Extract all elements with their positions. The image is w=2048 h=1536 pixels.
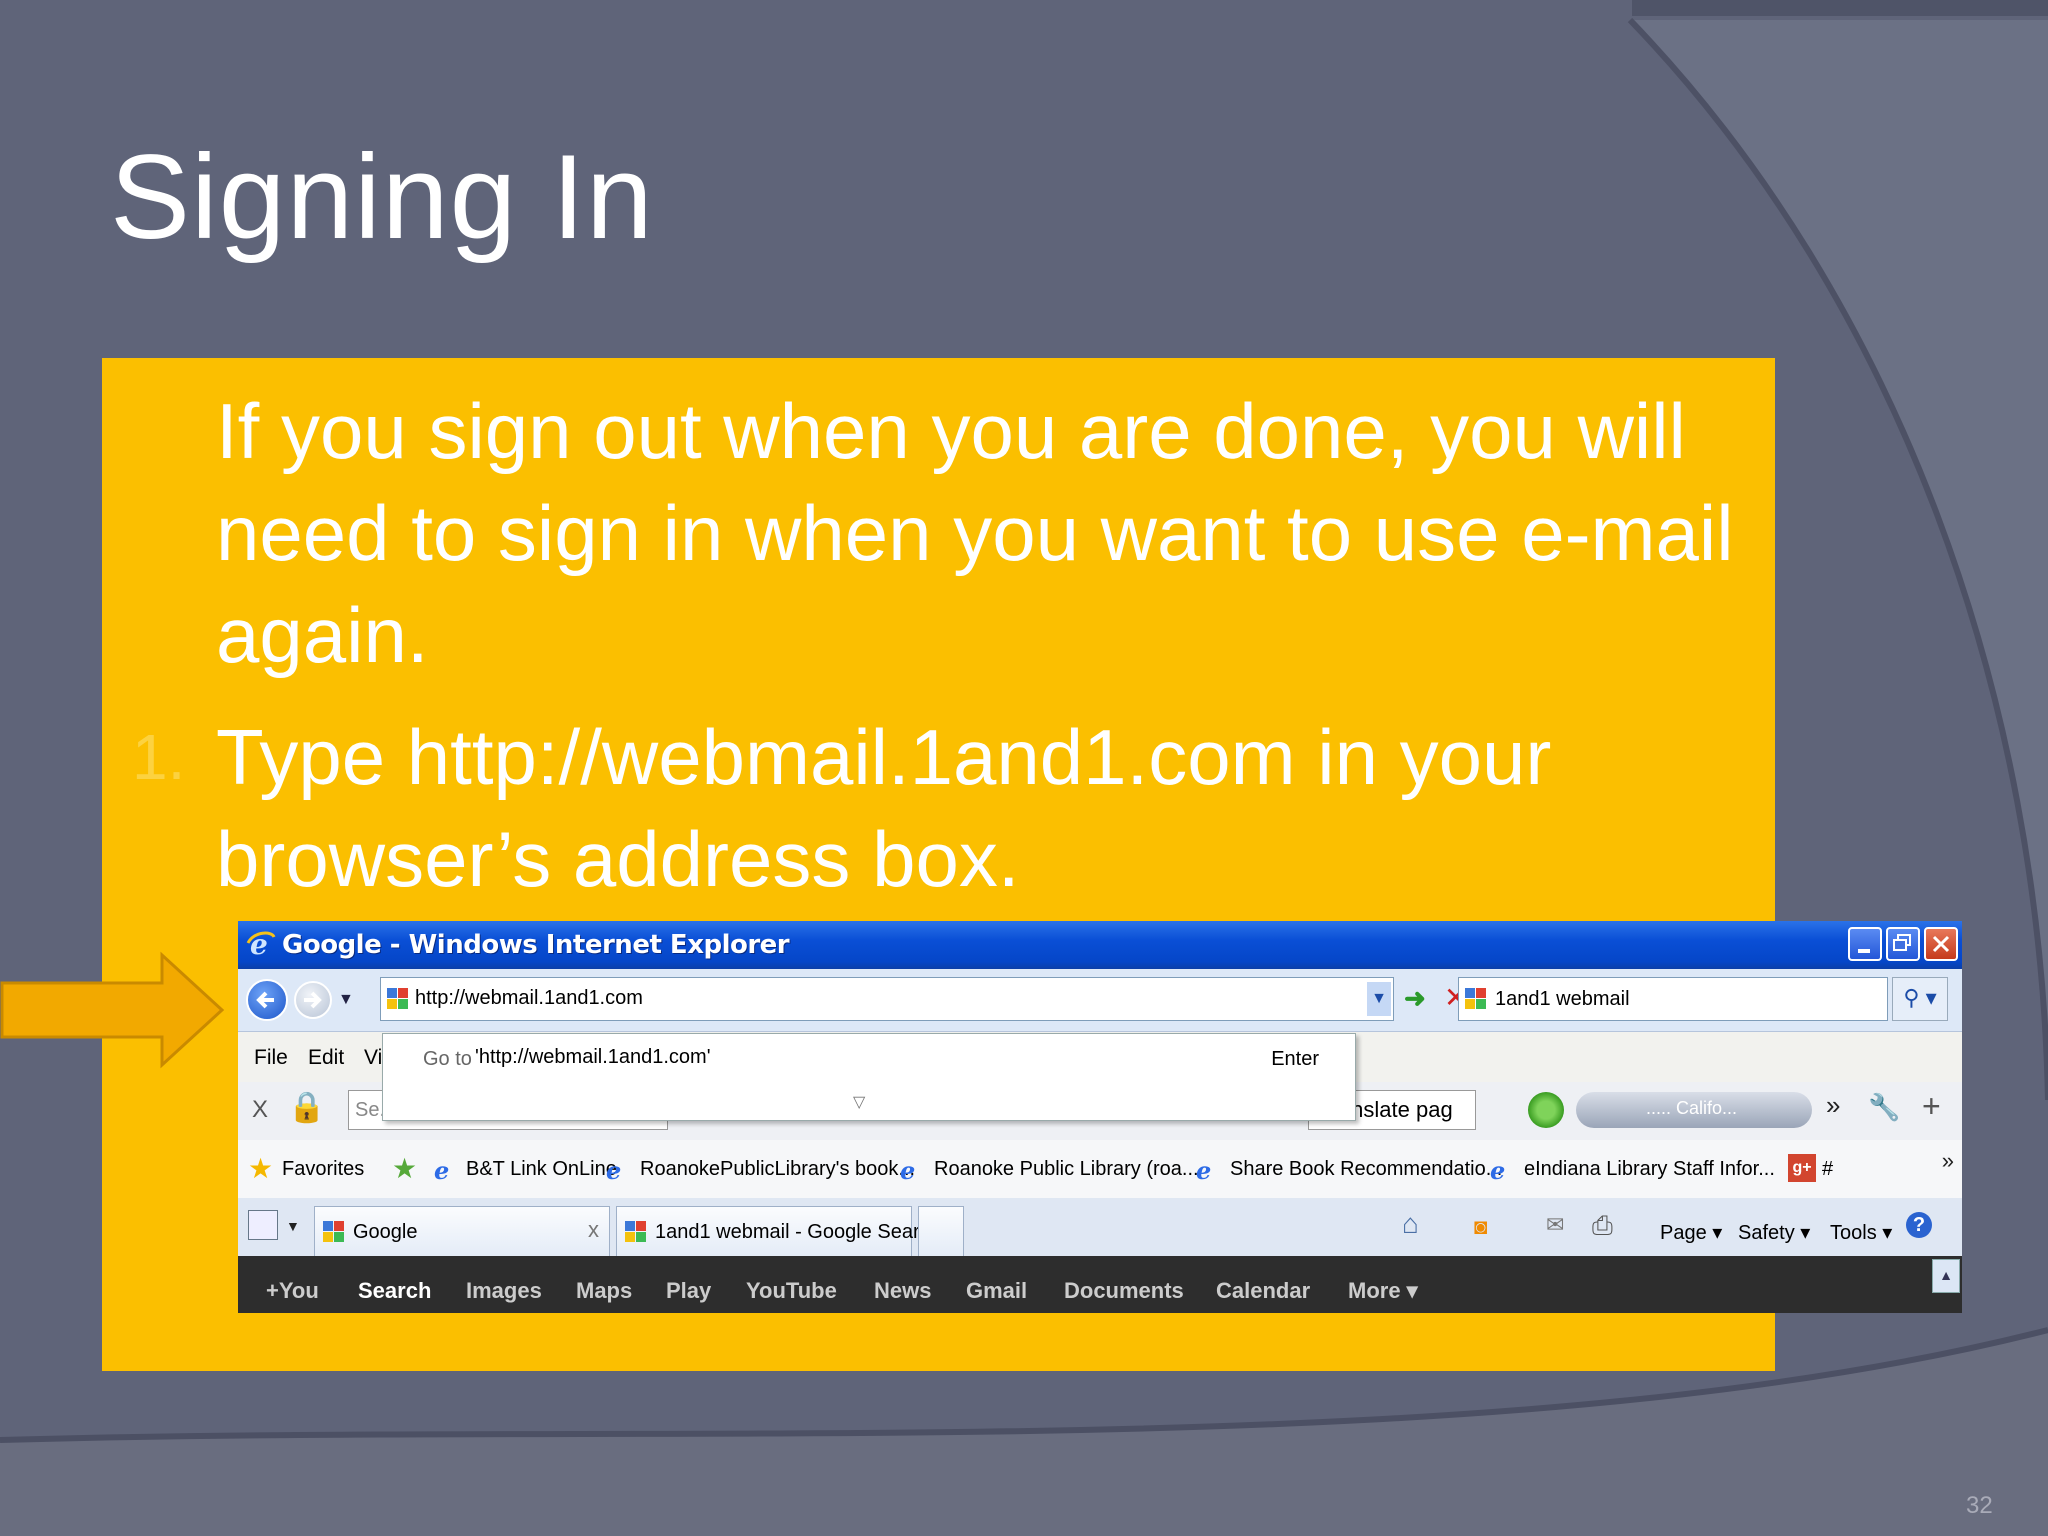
gbar-calendar[interactable]: Calendar xyxy=(1216,1278,1310,1304)
toolbar-lock-icon[interactable]: 🔒 xyxy=(288,1090,325,1125)
home-icon[interactable]: ⌂ xyxy=(1402,1208,1419,1240)
navigation-bar: ▼ http://webmail.1and1.com ▼ ➜ ✕ 1and1 w… xyxy=(238,969,1962,1032)
paragraph-text: If you sign out when you are done, you w… xyxy=(216,387,1734,679)
minimize-icon xyxy=(1858,949,1870,953)
favorite-link-1[interactable]: B&T Link OnLine xyxy=(466,1158,617,1181)
quick-tabs-icon[interactable] xyxy=(248,1210,278,1240)
address-bar[interactable]: http://webmail.1and1.com ▼ xyxy=(380,977,1394,1021)
ie-logo-icon: e xyxy=(246,929,276,959)
favorite-link-5[interactable]: eIndiana Library Staff Infor... xyxy=(1524,1158,1775,1181)
tab-label: Google xyxy=(353,1221,418,1243)
restore-icon xyxy=(1893,934,1911,951)
favorites-star-icon[interactable]: ★ xyxy=(248,1152,273,1185)
gbar-documents[interactable]: Documents xyxy=(1064,1278,1184,1304)
google-favicon-icon xyxy=(625,1221,646,1242)
favorite-link-3[interactable]: Roanoke Public Library (roa... xyxy=(934,1158,1199,1181)
ie-browser-window: e Google - Windows Internet Explorer ▼ h… xyxy=(238,921,1962,1313)
forward-arrow-icon xyxy=(304,991,322,1009)
tab-search-results[interactable]: 1and1 webmail - Google Search xyxy=(616,1206,941,1256)
tools-menu[interactable]: Tools ▾ xyxy=(1830,1220,1892,1245)
new-tab-button[interactable] xyxy=(918,1206,964,1256)
help-icon[interactable]: ? xyxy=(1906,1212,1932,1238)
google-plus-icon[interactable]: g+ xyxy=(1788,1154,1816,1182)
address-dropdown-icon[interactable]: ▼ xyxy=(1367,982,1391,1016)
tab-label: 1and1 webmail - Google Search xyxy=(655,1221,941,1243)
tab-list-dropdown-icon[interactable]: ▼ xyxy=(286,1218,300,1234)
favorites-bar: ★ Favorites ★ e B&T Link OnLine e Roanok… xyxy=(238,1140,1962,1198)
autocomplete-enter-hint: Enter xyxy=(1271,1048,1319,1070)
gbar-youtube[interactable]: YouTube xyxy=(746,1278,837,1304)
address-input[interactable]: http://webmail.1and1.com xyxy=(415,987,643,1010)
scroll-up-button[interactable]: ▲ xyxy=(1932,1259,1960,1293)
step-text: Type http://webmail.1and1.com in your br… xyxy=(216,713,1552,903)
favorite-link-4[interactable]: Share Book Recommendatio... xyxy=(1230,1158,1502,1181)
magnifier-icon: ⚲ ▾ xyxy=(1903,985,1937,1010)
ie-page-icon: e xyxy=(1490,1156,1506,1185)
gbar-play[interactable]: Play xyxy=(666,1278,711,1304)
menu-edit[interactable]: Edit xyxy=(308,1046,344,1070)
window-title: Google - Windows Internet Explorer xyxy=(282,930,790,960)
address-autocomplete-dropdown: Go to 'http://webmail.1and1.com' Enter ▽ xyxy=(382,1033,1356,1121)
media-label: ..... Califo... xyxy=(1646,1098,1738,1118)
rss-feed-icon[interactable]: ◙ xyxy=(1474,1214,1487,1240)
window-titlebar[interactable]: e Google - Windows Internet Explorer xyxy=(238,921,1962,969)
favorites-button[interactable]: Favorites xyxy=(282,1158,364,1181)
google-search-provider-icon xyxy=(1465,988,1486,1009)
favorite-link-2[interactable]: RoanokePublicLibrary's book... xyxy=(640,1158,915,1181)
search-button[interactable]: ⚲ ▾ xyxy=(1892,977,1948,1021)
google-bar: +You Search Images Maps Play YouTube New… xyxy=(238,1256,1962,1313)
menu-view[interactable]: Vi xyxy=(364,1046,382,1070)
gbar-search[interactable]: Search xyxy=(358,1278,431,1304)
ie-page-icon: e xyxy=(606,1156,622,1185)
gbar-gmail[interactable]: Gmail xyxy=(966,1278,1027,1304)
toolbar-close-icon[interactable]: X xyxy=(252,1096,268,1124)
page-menu[interactable]: Page ▾ xyxy=(1660,1220,1722,1245)
forward-button[interactable] xyxy=(294,981,332,1019)
search-input[interactable]: 1and1 webmail xyxy=(1495,988,1630,1011)
gbar-maps[interactable]: Maps xyxy=(576,1278,632,1304)
read-mail-icon[interactable]: ✉ xyxy=(1546,1212,1564,1238)
autocomplete-suggestion[interactable]: 'http://webmail.1and1.com' xyxy=(475,1046,711,1069)
add-favorite-icon[interactable]: ★ xyxy=(392,1152,417,1185)
menu-file[interactable]: File xyxy=(254,1046,288,1070)
ie-page-icon: e xyxy=(434,1156,450,1185)
favorite-link-6[interactable]: # xyxy=(1822,1158,1833,1181)
print-icon[interactable]: ⎙ xyxy=(1592,1210,1613,1242)
gear-icon[interactable] xyxy=(1528,1092,1564,1128)
back-button[interactable] xyxy=(246,979,288,1021)
media-player-control[interactable]: ..... Califo... xyxy=(1576,1092,1812,1128)
history-dropdown-icon[interactable]: ▼ xyxy=(338,991,354,1009)
gbar-more[interactable]: More ▾ xyxy=(1348,1278,1418,1304)
page-number: 32 xyxy=(1966,1492,1993,1519)
toolbar-overflow-icon[interactable]: » xyxy=(1826,1090,1840,1121)
favorites-overflow-icon[interactable]: » xyxy=(1942,1148,1954,1174)
go-arrow-icon[interactable]: ➜ xyxy=(1404,983,1426,1014)
gbar-images[interactable]: Images xyxy=(466,1278,542,1304)
autocomplete-goto-label: Go to xyxy=(423,1048,472,1070)
close-tab-icon[interactable]: x xyxy=(588,1217,599,1243)
safety-menu[interactable]: Safety ▾ xyxy=(1738,1220,1810,1245)
close-icon xyxy=(1932,935,1950,953)
tab-bar: ▼ Google x 1and1 webmail - Google Search… xyxy=(238,1198,1962,1257)
gbar-you[interactable]: +You xyxy=(266,1278,319,1304)
autocomplete-expand-icon[interactable]: ▽ xyxy=(853,1092,865,1112)
restore-button[interactable] xyxy=(1886,927,1920,961)
slide-title: Signing In xyxy=(110,130,654,264)
step-number: 1. xyxy=(132,721,186,793)
google-favicon-icon xyxy=(323,1221,344,1242)
ie-page-icon: e xyxy=(1196,1156,1212,1185)
gbar-news[interactable]: News xyxy=(874,1278,931,1304)
wrench-icon[interactable]: 🔧 xyxy=(1868,1092,1900,1123)
ie-page-icon: e xyxy=(900,1156,916,1185)
add-tab-icon[interactable]: + xyxy=(1922,1088,1941,1125)
google-favicon-icon xyxy=(387,988,408,1009)
pointer-arrow-icon xyxy=(0,951,225,1069)
minimize-button[interactable] xyxy=(1848,927,1882,961)
close-button[interactable] xyxy=(1924,927,1958,961)
tab-google[interactable]: Google x xyxy=(314,1206,610,1256)
search-box[interactable]: 1and1 webmail xyxy=(1458,977,1888,1021)
back-arrow-icon xyxy=(256,991,274,1009)
